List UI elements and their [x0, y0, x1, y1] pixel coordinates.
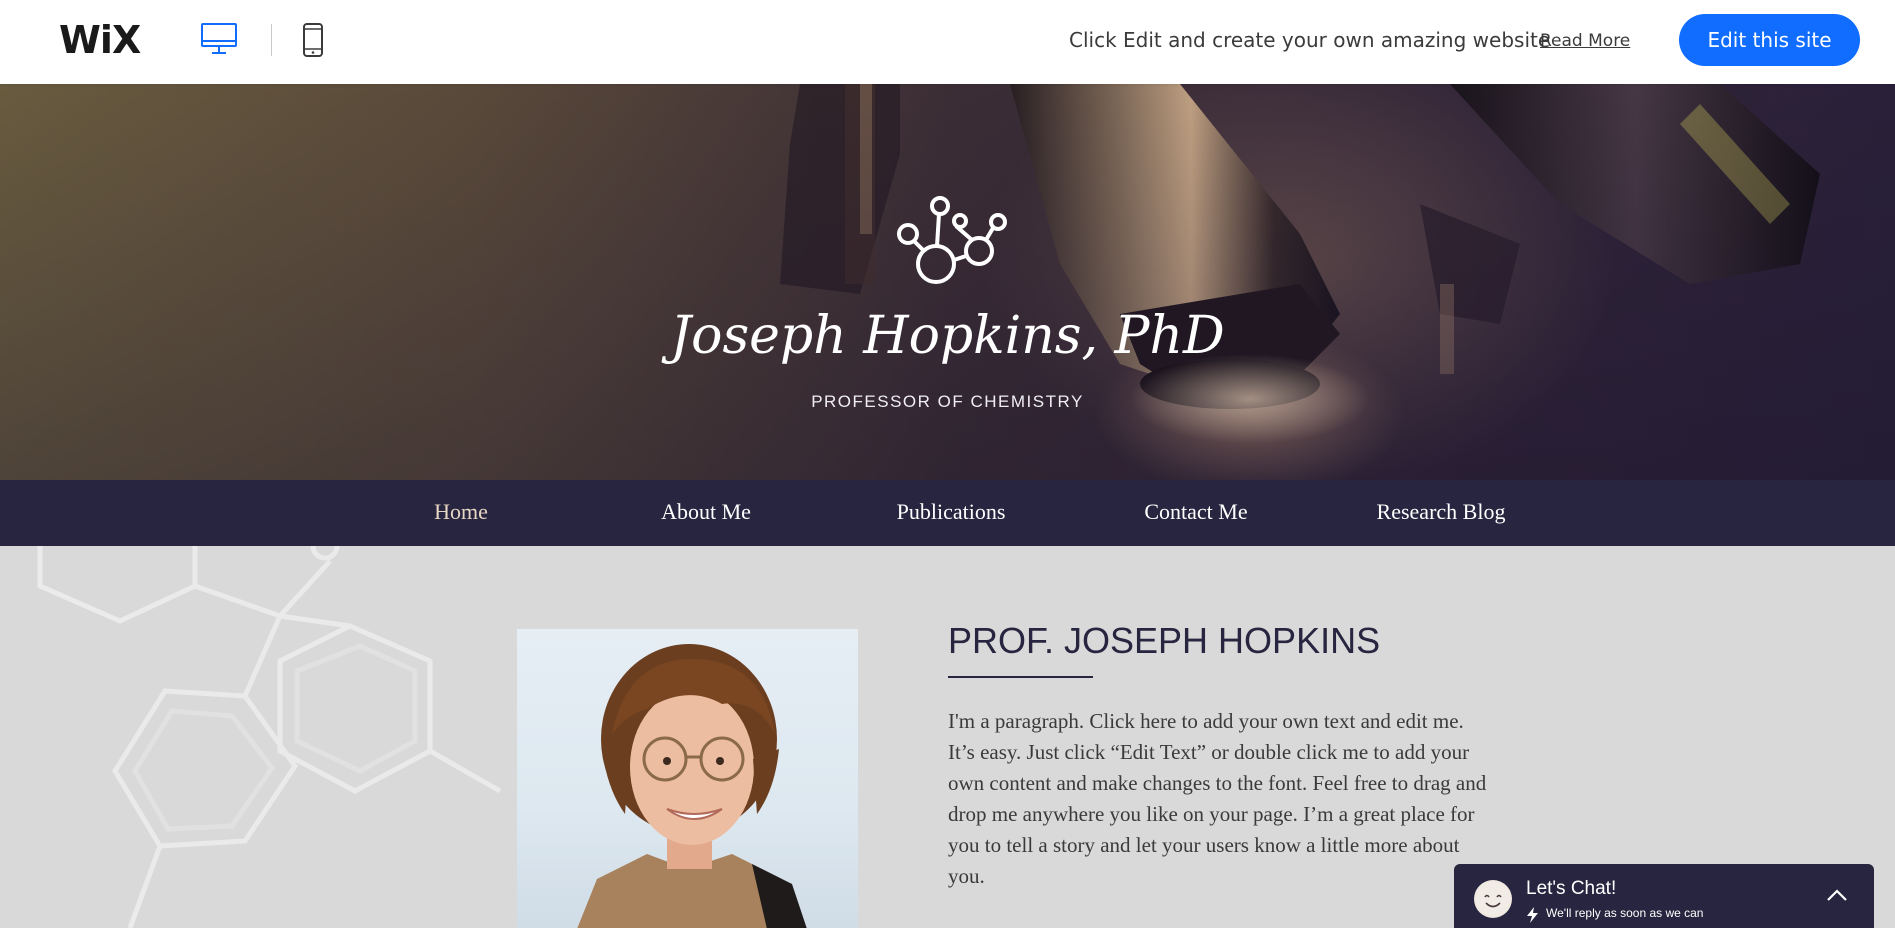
- about-heading: PROF. JOSEPH HOPKINS: [948, 620, 1381, 661]
- chat-widget[interactable]: Let's Chat! We'll reply as soon as we ca…: [1454, 864, 1874, 928]
- heading-underline: [948, 676, 1093, 678]
- hero-subtitle: PROFESSOR OF CHEMISTRY: [811, 392, 1084, 411]
- lightning-icon: [1527, 907, 1538, 923]
- nav-item-research-blog[interactable]: Research Blog: [1377, 499, 1506, 525]
- chevron-up-icon[interactable]: [1826, 888, 1848, 902]
- nav-item-contact-me[interactable]: Contact Me: [1144, 499, 1247, 525]
- promo-text: Click Edit and create your own amazing w…: [1069, 28, 1551, 52]
- read-more-link[interactable]: Read More: [1540, 31, 1630, 51]
- portrait-illustration: [577, 644, 807, 928]
- hero-banner: Joseph Hopkins, PhD PROFESSOR OF CHEMIST…: [0, 84, 1895, 480]
- nav-item-publications[interactable]: Publications: [897, 499, 1006, 525]
- about-paragraph: I'm a paragraph. Click here to add your …: [948, 709, 1487, 888]
- desktop-icon[interactable]: [200, 22, 238, 56]
- device-divider: [271, 24, 272, 56]
- wix-logo[interactable]: WiX: [59, 18, 141, 62]
- nav-item-home[interactable]: Home: [434, 499, 488, 525]
- profile-photo: [517, 629, 858, 928]
- chat-title: Let's Chat!: [1526, 878, 1617, 899]
- wix-top-bar: WiX Click Edit and create your own amazi…: [0, 0, 1895, 84]
- hero-title: Joseph Hopkins, PhD: [670, 306, 1225, 366]
- smiley-avatar-icon: [1474, 880, 1512, 918]
- molecule-background-pattern: [37, 546, 502, 928]
- nav-item-about-me[interactable]: About Me: [661, 499, 751, 525]
- main-navigation: Home About Me Publications Contact Me Re…: [0, 480, 1895, 546]
- edit-site-button[interactable]: Edit this site: [1679, 14, 1860, 66]
- chat-subtitle: We'll reply as soon as we can: [1546, 906, 1704, 920]
- mobile-icon[interactable]: [302, 22, 324, 58]
- molecule-icon[interactable]: [892, 194, 1012, 294]
